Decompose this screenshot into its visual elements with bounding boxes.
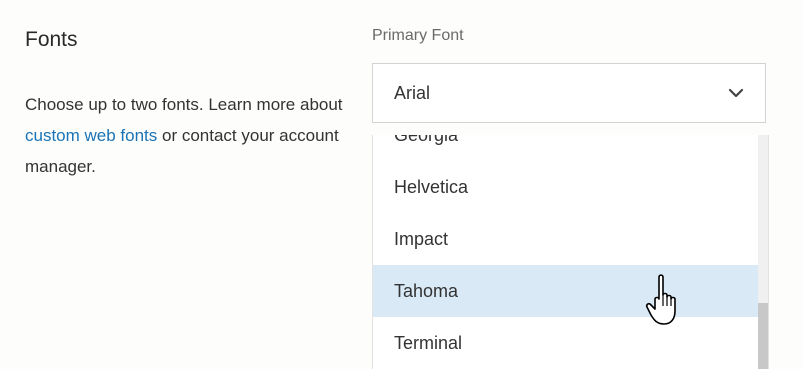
description-text-start: Choose up to two fonts. Learn more about (25, 95, 343, 114)
font-option-impact[interactable]: Impact (373, 213, 759, 265)
font-option-helvetica[interactable]: Helvetica (373, 161, 759, 213)
chevron-down-icon (728, 88, 744, 98)
dropdown-scrollbar-thumb[interactable] (758, 303, 768, 369)
dropdown-scrollbar[interactable] (758, 135, 768, 369)
font-options: Georgia Helvetica Impact Tahoma Terminal (373, 135, 759, 369)
selected-font-value: Arial (394, 83, 431, 103)
font-option-tahoma[interactable]: Tahoma (373, 265, 759, 317)
primary-font-select[interactable]: Arial (372, 63, 766, 123)
font-dropdown-list[interactable]: Georgia Helvetica Impact Tahoma Terminal (372, 135, 769, 369)
primary-font-label: Primary Font (372, 27, 464, 44)
section-description: Choose up to two fonts. Learn more about… (25, 89, 345, 182)
font-option-terminal[interactable]: Terminal (373, 317, 759, 369)
section-title: Fonts (25, 28, 78, 51)
font-option-georgia[interactable]: Georgia (373, 135, 759, 161)
custom-web-fonts-link[interactable]: custom web fonts (25, 126, 157, 145)
